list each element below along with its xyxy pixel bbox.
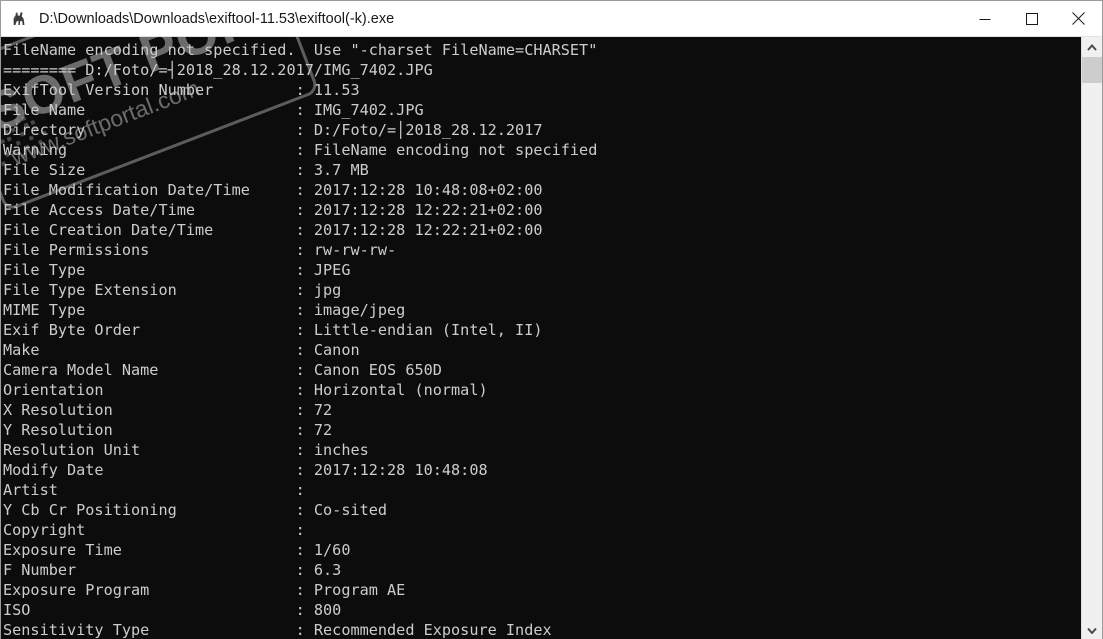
console-line: Exposure Program : Program AE (3, 581, 406, 599)
close-button[interactable] (1055, 1, 1102, 36)
console-line: Modify Date : 2017:12:28 10:48:08 (3, 461, 488, 479)
console-line: ISO : 800 (3, 601, 342, 619)
console-line: File Name : IMG_7402.JPG (3, 101, 424, 119)
console-line: Directory : D:/Foto/=│2018_28.12.2017 (3, 121, 543, 139)
console-line: ======== D:/Foto/=┤2018_28.12.2017/IMG_7… (3, 61, 433, 79)
console-line: Exposure Time : 1/60 (3, 541, 351, 559)
console-line: Make : Canon (3, 341, 360, 359)
window-title: D:\Downloads\Downloads\exiftool-11.53\ex… (39, 10, 395, 27)
chevron-down-icon[interactable] (1082, 620, 1102, 639)
console-line: F Number : 6.3 (3, 561, 342, 579)
console-line: Artist : (3, 481, 305, 499)
camel-icon (13, 11, 25, 25)
console-line: Sensitivity Type : Recommended Exposure … (3, 621, 552, 639)
console-output-area[interactable]: FileName encoding not specified. Use "-c… (1, 37, 1102, 639)
console-line: Orientation : Horizontal (normal) (3, 381, 488, 399)
console-line: Warning : FileName encoding not specifie… (3, 141, 598, 159)
console-line: File Permissions : rw-rw-rw- (3, 241, 397, 259)
console-line: ExifTool Version Number : 11.53 (3, 81, 360, 99)
console-line: File Access Date/Time : 2017:12:28 12:22… (3, 201, 543, 219)
console-line: Exif Byte Order : Little-endian (Intel, … (3, 321, 543, 339)
console-line: File Type Extension : jpg (3, 281, 342, 299)
maximize-button[interactable] (1008, 1, 1055, 36)
console-line: Y Cb Cr Positioning : Co-sited (3, 501, 388, 519)
console-line: X Resolution : 72 (3, 401, 333, 419)
console-line: Copyright : (3, 521, 305, 539)
console-line: File Type : JPEG (3, 261, 351, 279)
console-line: File Size : 3.7 MB (3, 161, 369, 179)
console-line: File Creation Date/Time : 2017:12:28 12:… (3, 221, 543, 239)
chevron-up-icon[interactable] (1082, 37, 1102, 57)
console-line: File Modification Date/Time : 2017:12:28… (3, 181, 543, 199)
vertical-scrollbar[interactable] (1081, 37, 1102, 639)
console-line: Camera Model Name : Canon EOS 650D (3, 361, 442, 379)
console-window: D:\Downloads\Downloads\exiftool-11.53\ex… (0, 0, 1103, 639)
scrollbar-thumb[interactable] (1082, 57, 1102, 83)
console-line: Y Resolution : 72 (3, 421, 333, 439)
scrollbar-track[interactable] (1082, 57, 1102, 620)
console-line: FileName encoding not specified. Use "-c… (3, 41, 598, 59)
minimize-button[interactable] (961, 1, 1008, 36)
console-text: FileName encoding not specified. Use "-c… (1, 37, 1081, 639)
title-bar[interactable]: D:\Downloads\Downloads\exiftool-11.53\ex… (1, 1, 1102, 37)
console-line: MIME Type : image/jpeg (3, 301, 406, 319)
window-controls (961, 1, 1102, 36)
console-line: Resolution Unit : inches (3, 441, 369, 459)
